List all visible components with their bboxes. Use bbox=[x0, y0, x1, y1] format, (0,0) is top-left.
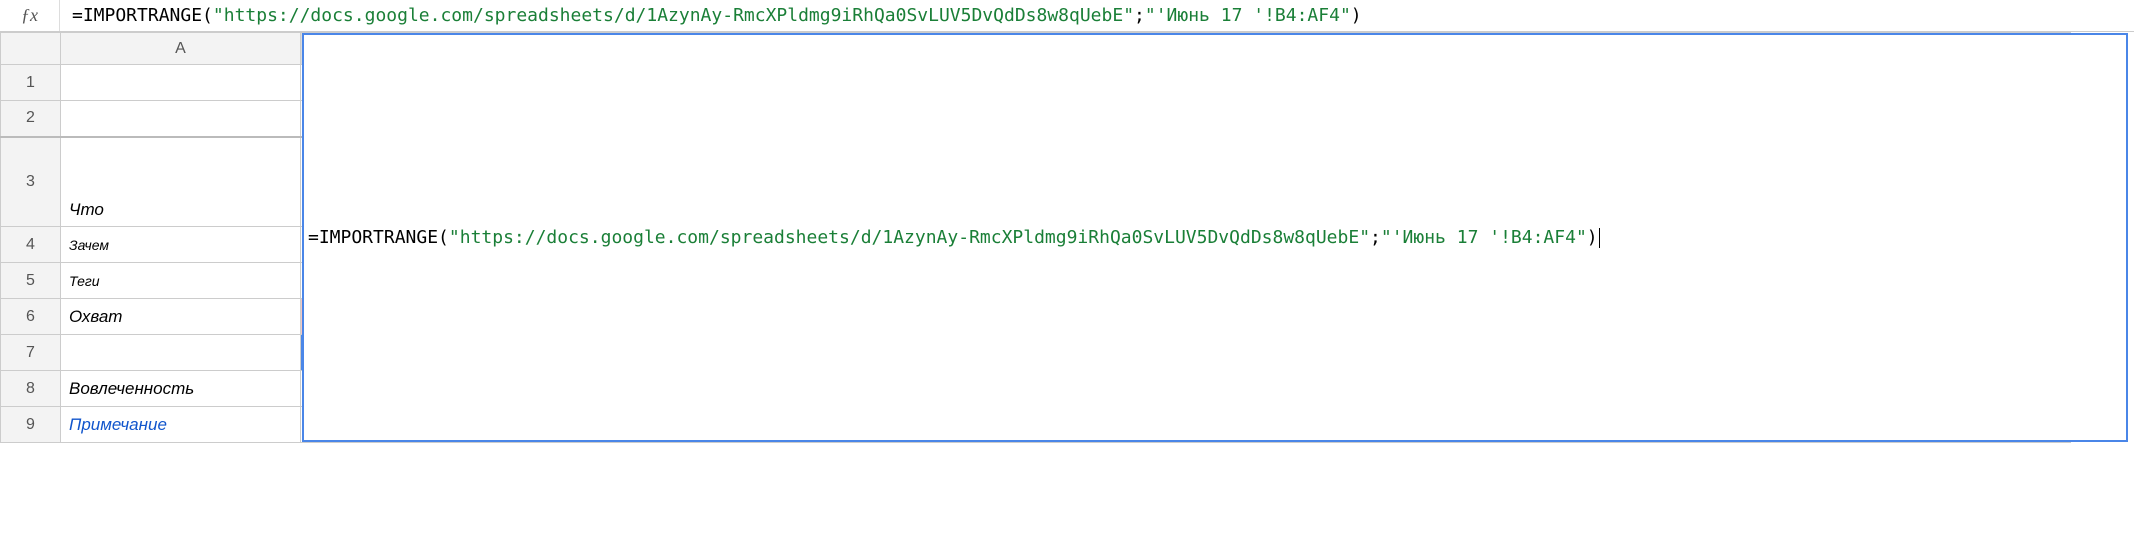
cell-A4[interactable]: Зачем bbox=[61, 227, 301, 263]
row-header-4[interactable]: 4 bbox=[1, 227, 61, 263]
in-cell-formula-editor[interactable]: =IMPORTRANGE("https://docs.google.com/sp… bbox=[302, 33, 2128, 442]
select-all-corner[interactable] bbox=[1, 33, 61, 65]
cell-A2[interactable] bbox=[61, 101, 301, 137]
row-header-1[interactable]: 1 bbox=[1, 65, 61, 101]
row-header-8[interactable]: 8 bbox=[1, 371, 61, 407]
cell-A9[interactable]: Примечание bbox=[61, 407, 301, 443]
col-header-A[interactable]: A bbox=[61, 33, 301, 65]
cell-A3[interactable]: Что bbox=[61, 137, 301, 227]
cell-A7[interactable] bbox=[61, 335, 301, 371]
row-header-6[interactable]: 6 bbox=[1, 299, 61, 335]
row-header-9[interactable]: 9 bbox=[1, 407, 61, 443]
cell-A8[interactable]: Вовлеченность bbox=[61, 371, 301, 407]
fx-icon[interactable]: ƒx bbox=[0, 0, 60, 31]
row-header-7[interactable]: 7 bbox=[1, 335, 61, 371]
formula-input[interactable]: =IMPORTRANGE("https://docs.google.com/sp… bbox=[60, 0, 2134, 31]
cell-A6[interactable]: Охват bbox=[61, 299, 301, 335]
cell-A5[interactable]: Теги bbox=[61, 263, 301, 299]
row-header-2[interactable]: 2 bbox=[1, 101, 61, 137]
formula-bar: ƒx =IMPORTRANGE("https://docs.google.com… bbox=[0, 0, 2134, 32]
spreadsheet-grid[interactable]: =IMPORTRANGE("https://docs.google.com/sp… bbox=[0, 32, 2134, 443]
row-header-3[interactable]: 3 bbox=[1, 137, 61, 227]
cell-A1[interactable] bbox=[61, 65, 301, 101]
text-cursor bbox=[1599, 228, 1600, 248]
row-header-5[interactable]: 5 bbox=[1, 263, 61, 299]
